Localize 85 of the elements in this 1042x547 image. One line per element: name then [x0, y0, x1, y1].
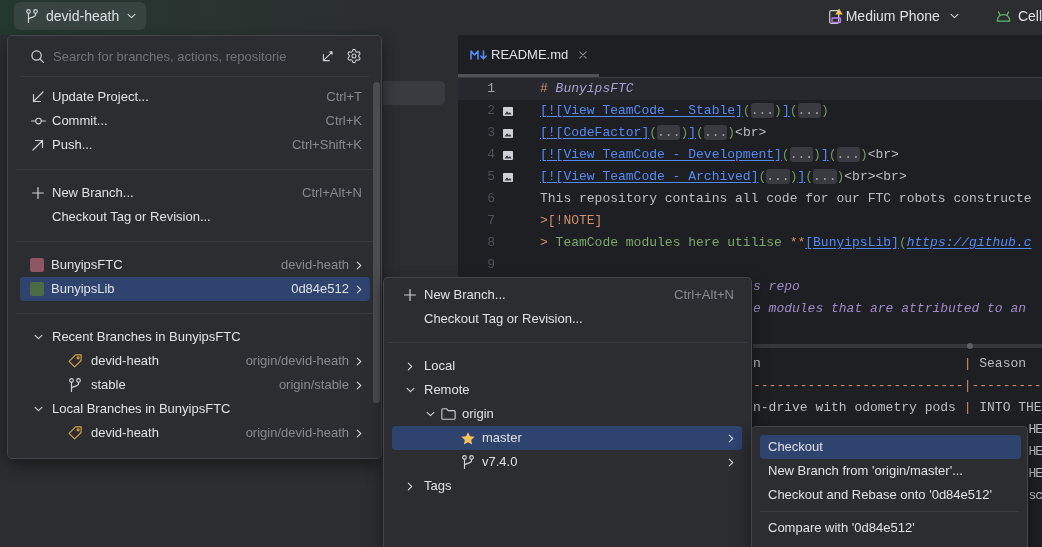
tree-item[interactable]: master: [392, 426, 742, 450]
line-number: 1: [486, 80, 495, 99]
device-selector[interactable]: Medium Phone: [828, 2, 959, 30]
chevron-down-icon: [127, 13, 137, 19]
code-line: [![View TeamCode - Stable](...)](...): [540, 102, 829, 120]
code-line: # BunyipsFTC: [540, 80, 634, 98]
menu-item[interactable]: New Branch... Ctrl+Alt+N: [20, 181, 370, 205]
group-header[interactable]: Recent Branches in BunyipsFTC: [20, 325, 370, 349]
menu-item[interactable]: New Branch from 'origin/master'...: [760, 459, 1021, 483]
scrollbar-thumb[interactable]: [373, 82, 380, 403]
tracking-branch-label: origin/devid-heath: [245, 424, 349, 443]
folder-icon: [440, 408, 456, 420]
search-field[interactable]: Search for branches, actions, repositorie: [53, 46, 315, 66]
code-line: n | Season: [753, 355, 1027, 373]
close-icon[interactable]: [579, 50, 588, 59]
branch-selector[interactable]: devid-heath: [14, 2, 147, 30]
shortcut-label: Ctrl+Shift+K: [291, 136, 362, 155]
code-line: n-drive with odometry pods | INTO THE: [753, 399, 1042, 417]
code-line: ---------------------------|---------: [753, 377, 1042, 395]
menu-item[interactable]: Compare with '0d84e512': [760, 516, 1021, 540]
repository-item[interactable]: BunyipsFTC devid-heath: [20, 253, 370, 277]
code-line: s repo: [753, 278, 800, 296]
markdown-icon: [470, 49, 488, 60]
tree-item[interactable]: v7.4.0: [392, 450, 742, 474]
menu-item[interactable]: Checkout: [760, 435, 1021, 459]
tree-item[interactable]: Tags: [392, 474, 742, 498]
menu-item[interactable]: Checkout Tag or Revision...: [392, 307, 742, 331]
android-icon: [995, 10, 1011, 22]
chevron-down-icon: [949, 13, 959, 19]
plus-icon: [32, 187, 44, 199]
tracking-branch-label: origin/devid-heath: [245, 352, 349, 371]
commit-icon: [30, 117, 46, 125]
menu-item[interactable]: New Branch... Ctrl+Alt+N: [392, 283, 742, 307]
code-line: >[!NOTE]: [540, 212, 603, 230]
chevron-right-icon: [356, 260, 362, 270]
phone-warning-icon: [828, 8, 843, 24]
repository-item[interactable]: BunyipsLib 0d84e512: [20, 277, 370, 301]
tag-icon: [68, 426, 82, 440]
code-line: e modules that are attributed to an: [753, 300, 1027, 318]
chevron-right-icon: [728, 457, 734, 467]
group-header[interactable]: Local Branches in BunyipsFTC: [20, 397, 370, 421]
chevron-right-icon: [356, 428, 362, 438]
menu-item[interactable]: Checkout Tag or Revision...: [20, 205, 370, 229]
shortcut-label: Ctrl+K: [325, 112, 362, 131]
star-icon: [461, 431, 475, 445]
plus-icon: [404, 289, 416, 301]
shortcut-label: Ctrl+Alt+N: [674, 286, 734, 305]
branch-item[interactable]: devid-heath origin/devid-heath: [20, 421, 370, 445]
tracking-branch-label: origin/stable: [278, 376, 349, 395]
chevron-right-icon: [356, 380, 362, 390]
code-line: [![View TeamCode - Archived](...)](...)<br><br>: [540, 168, 907, 186]
tree-item[interactable]: origin: [392, 402, 742, 426]
branch-label: 0d84e512: [291, 280, 349, 299]
menu-item[interactable]: Commit... Ctrl+K: [20, 109, 370, 133]
code-fragment: HE: [1028, 421, 1042, 439]
code-line: [![View TeamCode - Development](...)](...)<br>: [540, 146, 899, 164]
settings-icon[interactable]: [346, 48, 362, 64]
menu-item[interactable]: Checkout and Rebase onto '0d84e512': [760, 483, 1021, 507]
arrow-down-left-icon: [32, 91, 44, 103]
run-configuration-selector[interactable]: Cell: [995, 2, 1042, 30]
code-fragment: HE: [1028, 465, 1042, 483]
tree-item[interactable]: Remote: [392, 378, 742, 402]
code-fragment: sc: [1028, 487, 1042, 505]
tag-icon: [68, 354, 82, 368]
collapse-arrow-icon[interactable]: [322, 50, 333, 62]
chevron-right-icon: [356, 284, 362, 294]
menu-item[interactable]: Push... Ctrl+Shift+K: [20, 133, 370, 157]
code-line: > TeamCode modules here utilise **[BunyipsLib](https://github.c: [540, 234, 1032, 252]
chevron-right-icon: [356, 356, 362, 366]
branch-item[interactable]: stable origin/stable: [20, 373, 370, 397]
branch-label: devid-heath: [281, 256, 349, 275]
shortcut-label: Ctrl+T: [326, 88, 362, 107]
chevron-right-icon: [728, 433, 734, 443]
branch-item[interactable]: devid-heath origin/devid-heath: [20, 349, 370, 373]
menu-item[interactable]: Update Project... Ctrl+T: [20, 85, 370, 109]
branch-icon: [69, 378, 81, 392]
tree-item[interactable]: Local: [392, 354, 742, 378]
branch-icon: [462, 455, 474, 469]
code-line: This repository contains all code for our FTC robots constructe: [540, 190, 1032, 208]
search-icon: [31, 49, 44, 63]
code-fragment: HE: [1028, 443, 1042, 461]
arrow-up-right-icon: [32, 139, 44, 151]
shortcut-label: Ctrl+Alt+N: [302, 184, 362, 203]
code-line: [![CodeFactor](...)](...)<br>: [540, 124, 767, 142]
branch-icon: [26, 9, 38, 23]
